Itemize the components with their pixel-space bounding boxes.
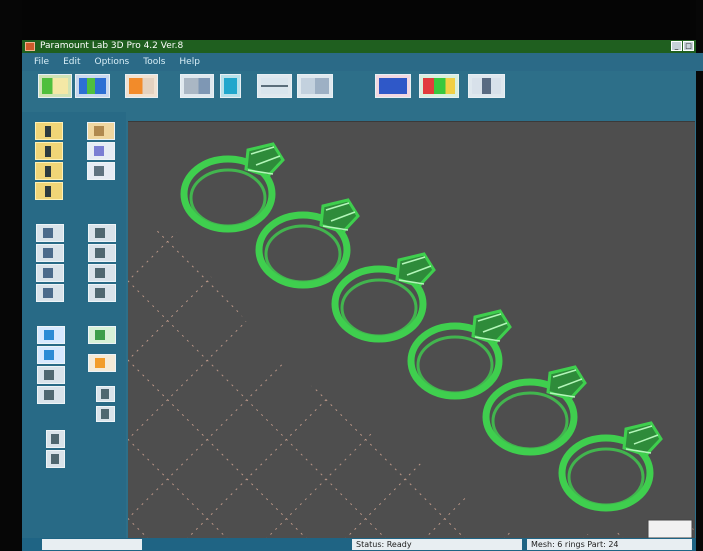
black-border-right bbox=[696, 0, 703, 551]
status-middle: Status: Ready bbox=[352, 539, 522, 550]
screen-frame: Paramount Lab 3D Pro 4.2 Ver.8 _ □ File … bbox=[0, 0, 703, 551]
tool-button-e2[interactable] bbox=[37, 346, 65, 364]
window-controls: _ □ bbox=[671, 41, 694, 51]
tool-button-e4[interactable] bbox=[37, 386, 65, 404]
main-toolbar bbox=[22, 74, 696, 108]
tool-button-f1[interactable] bbox=[88, 326, 116, 344]
minimize-icon[interactable]: _ bbox=[671, 41, 682, 51]
tool-button-a4[interactable] bbox=[35, 182, 63, 200]
tool-button-g1[interactable] bbox=[46, 430, 65, 448]
status-bar: Status: Ready Mesh: 6 rings Part: 24 bbox=[22, 538, 696, 551]
maximize-icon[interactable]: □ bbox=[683, 41, 694, 51]
tool-button-d2[interactable] bbox=[88, 244, 116, 262]
menu-item-edit[interactable]: Edit bbox=[63, 57, 80, 67]
status-left bbox=[42, 539, 142, 550]
3d-viewport[interactable] bbox=[128, 121, 695, 541]
tool-button-f4[interactable] bbox=[96, 406, 115, 422]
tool-button-b1[interactable] bbox=[87, 122, 115, 140]
title-bar: Paramount Lab 3D Pro 4.2 Ver.8 _ □ bbox=[22, 40, 696, 53]
tool-button-f3[interactable] bbox=[96, 386, 115, 402]
app-window: Paramount Lab 3D Pro 4.2 Ver.8 _ □ File … bbox=[22, 40, 703, 551]
menu-bar: File Edit Options Tools Help bbox=[22, 53, 703, 71]
left-tool-panel bbox=[22, 112, 126, 551]
toolbar-button-3[interactable] bbox=[125, 74, 158, 98]
tool-button-e3[interactable] bbox=[37, 366, 65, 384]
tool-button-d4[interactable] bbox=[88, 284, 116, 302]
tool-button-c1[interactable] bbox=[36, 224, 64, 242]
tool-button-a3[interactable] bbox=[35, 162, 63, 180]
menu-item-help[interactable]: Help bbox=[179, 57, 200, 67]
menu-item-options[interactable]: Options bbox=[95, 57, 130, 67]
toolbar-button-8[interactable] bbox=[375, 74, 411, 98]
window-title: Paramount Lab 3D Pro 4.2 Ver.8 bbox=[40, 41, 184, 51]
menu-item-file[interactable]: File bbox=[34, 57, 49, 67]
black-border-top bbox=[0, 0, 703, 40]
tool-button-c4[interactable] bbox=[36, 284, 64, 302]
tool-button-d1[interactable] bbox=[88, 224, 116, 242]
tool-button-e1[interactable] bbox=[37, 326, 65, 344]
tool-button-g2[interactable] bbox=[46, 450, 65, 468]
toolbar-button-7[interactable] bbox=[297, 74, 333, 98]
menu-item-tools[interactable]: Tools bbox=[143, 57, 165, 67]
tool-button-a2[interactable] bbox=[35, 142, 63, 160]
toolbar-button-10[interactable] bbox=[468, 74, 505, 98]
toolbar-button-4[interactable] bbox=[180, 74, 214, 98]
toolbar-button-6[interactable] bbox=[257, 74, 292, 98]
toolbar-button-2[interactable] bbox=[75, 74, 110, 98]
tool-button-c2[interactable] bbox=[36, 244, 64, 262]
tool-button-f2[interactable] bbox=[88, 354, 116, 372]
toolbar-button-1[interactable] bbox=[38, 74, 72, 98]
black-border-left bbox=[0, 0, 22, 551]
tool-button-b3[interactable] bbox=[87, 162, 115, 180]
tool-button-b2[interactable] bbox=[87, 142, 115, 160]
app-icon bbox=[25, 42, 35, 51]
tool-button-c3[interactable] bbox=[36, 264, 64, 282]
toolbar-button-9[interactable] bbox=[419, 74, 459, 98]
toolbar-button-5[interactable] bbox=[220, 74, 241, 98]
viewport-indicator bbox=[647, 519, 693, 539]
tool-button-d3[interactable] bbox=[88, 264, 116, 282]
tool-button-a1[interactable] bbox=[35, 122, 63, 140]
viewport-canvas bbox=[128, 122, 695, 541]
status-right: Mesh: 6 rings Part: 24 bbox=[527, 539, 692, 550]
